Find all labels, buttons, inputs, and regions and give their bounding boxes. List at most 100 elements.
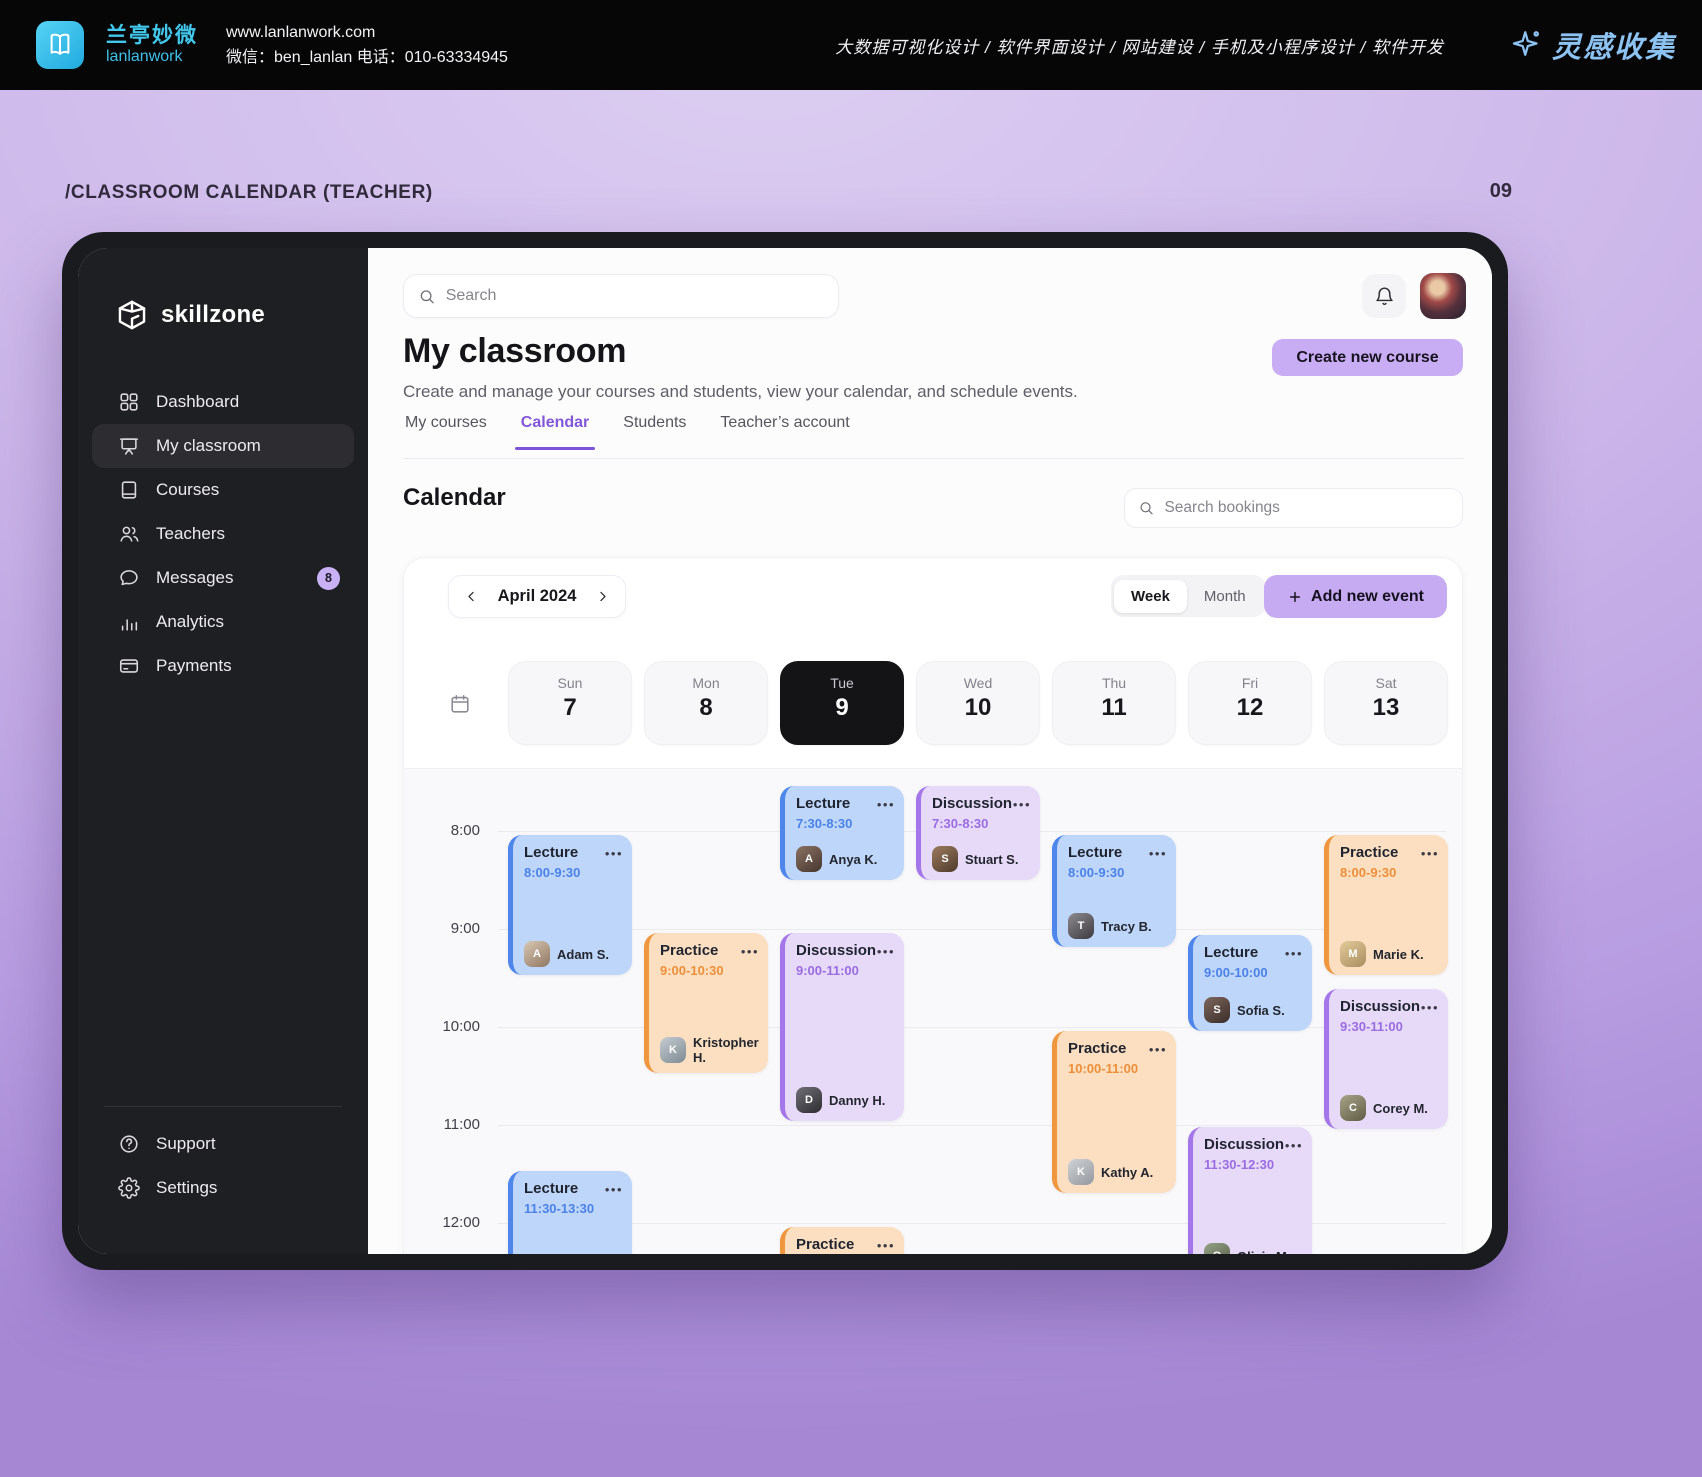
skillzone-logo-text: skillzone (161, 301, 266, 328)
day-name: Wed (963, 675, 993, 691)
sidebar-item-settings[interactable]: Settings (92, 1166, 354, 1210)
sidebar-item-label: Payments (156, 656, 232, 675)
sidebar-item-dashboard[interactable]: Dashboard (92, 380, 354, 424)
prev-month-button[interactable] (462, 587, 481, 606)
event-card-wed-discussion-7-30-8-30[interactable]: Discussion ••• 7:30-8:30 S Stuart S. (916, 786, 1040, 880)
event-menu-button[interactable]: ••• (741, 942, 759, 958)
page-number: 09 (1489, 180, 1512, 202)
event-student: A Adam S. (524, 941, 623, 967)
event-menu-button[interactable]: ••• (877, 1236, 895, 1252)
day-number: 8 (699, 694, 713, 721)
day-pill-thu[interactable]: Thu 11 (1052, 661, 1176, 745)
global-search[interactable] (403, 274, 839, 318)
event-menu-button[interactable]: ••• (1421, 844, 1439, 860)
event-menu-button[interactable]: ••• (605, 844, 623, 860)
event-menu-button[interactable]: ••• (877, 795, 895, 811)
event-card-sat-discussion-9-30-11-00[interactable]: Discussion ••• 9:30-11:00 C Corey M. (1324, 989, 1448, 1129)
event-time: 9:30-11:00 (1340, 1019, 1403, 1034)
event-header: Discussion ••• (1340, 998, 1439, 1015)
event-time: 11:30-12:30 (1204, 1157, 1275, 1172)
profile-avatar[interactable] (1420, 273, 1466, 319)
sidebar-item-messages[interactable]: Messages 8 (92, 556, 354, 600)
event-title: Lecture (1068, 844, 1123, 861)
notifications-button[interactable] (1362, 274, 1406, 318)
view-option-week[interactable]: Week (1114, 579, 1187, 613)
search-bookings-input[interactable] (1164, 499, 1449, 517)
add-new-event-button[interactable]: Add new event (1264, 575, 1447, 618)
event-card-thu-lecture-8-00-9-30[interactable]: Lecture ••• 8:00-9:30 T Tracy B. (1052, 835, 1176, 947)
next-month-button[interactable] (593, 587, 612, 606)
event-menu-button[interactable]: ••• (1285, 944, 1303, 960)
search-bookings[interactable] (1124, 488, 1463, 528)
tab-bar-divider (403, 458, 1463, 459)
student-name: Marie K. (1373, 946, 1424, 962)
sidebar-item-courses[interactable]: Courses (92, 468, 354, 512)
event-card-mon-practice-9-00-10-30[interactable]: Practice ••• 9:00-10:30 K Kristopher H. (644, 933, 768, 1073)
student-avatar: M (1340, 941, 1366, 967)
sidebar-item-payments[interactable]: Payments (92, 644, 354, 688)
day-pill-wed[interactable]: Wed 10 (916, 661, 1040, 745)
event-header: Lecture ••• (524, 844, 623, 861)
search-input[interactable] (445, 287, 824, 305)
tab-calendar[interactable]: Calendar (514, 414, 596, 450)
student-name: Tracy B. (1101, 918, 1152, 934)
gear-icon (118, 1177, 140, 1199)
event-menu-button[interactable]: ••• (877, 942, 895, 958)
event-card-fri-discussion-11-30-12-30[interactable]: Discussion••• 11:30-12:30 O Olivia M. (1188, 1127, 1312, 1254)
sidebar-item-label: My classroom (156, 436, 261, 455)
tab-my-courses[interactable]: My courses (403, 414, 489, 450)
event-card-sat-practice-8-00-9-30[interactable]: Practice ••• 8:00-9:30 M Marie K. (1324, 835, 1448, 975)
collect-title: 灵感收集 (1551, 32, 1676, 64)
tab-students[interactable]: Students (621, 414, 688, 450)
student-avatar: S (1204, 997, 1230, 1023)
sidebar-item-my-classroom[interactable]: My classroom (92, 424, 354, 468)
app-window: skillzone Dashboard My classroom Courses Te… (78, 248, 1492, 1254)
cube-logo-icon (118, 300, 146, 330)
event-menu-button[interactable]: ••• (1149, 1040, 1167, 1056)
search-icon (1140, 502, 1153, 515)
sidebar-item-label: Dashboard (156, 392, 240, 411)
event-card-tue-lecture-7-30-8-30[interactable]: Lecture ••• 7:30-8:30 A Anya K. (780, 786, 904, 880)
event-card-tue-discussion-9-00-11-00[interactable]: Discussion ••• 9:00-11:00 D Danny H. (780, 933, 904, 1121)
day-pill-sun[interactable]: Sun 7 (508, 661, 632, 745)
event-card-sun-lecture-11-30-13-30[interactable]: Lecture ••• 11:30-13:30 (508, 1171, 632, 1254)
event-menu-button[interactable]: ••• (1285, 1136, 1303, 1152)
day-pill-fri[interactable]: Fri 12 (1188, 661, 1312, 745)
event-card-fri-lecture-9-00-10-00[interactable]: Lecture ••• 9:00-10:00 S Sofia S. (1188, 935, 1312, 1031)
main-content: My classroom Create new course Create an… (368, 248, 1492, 1254)
event-header: Lecture ••• (1068, 844, 1167, 861)
day-pill-mon[interactable]: Mon 8 (644, 661, 768, 745)
day-pill-sat[interactable]: Sat 13 (1324, 661, 1448, 745)
services-list: 大数据可视化设计 / 软件界面设计 / 网站建设 / 手机及小程序设计 / 软件… (835, 37, 1444, 57)
event-menu-button[interactable]: ••• (1149, 844, 1167, 860)
student-name: Adam S. (557, 946, 610, 962)
website-url: www.lanlanwork.com (226, 23, 376, 41)
event-header: Discussion ••• (796, 942, 895, 959)
event-time: 9:00-11:00 (796, 963, 859, 978)
event-header: Lecture ••• (796, 795, 895, 812)
event-time: 7:30-8:30 (796, 816, 853, 831)
page-subtitle: Create and manage your courses and stude… (403, 382, 1078, 401)
create-new-course-button[interactable]: Create new course (1272, 339, 1463, 376)
event-header: Practice ••• (1068, 1040, 1167, 1057)
day-name: Thu (1101, 675, 1127, 691)
event-student: S Stuart S. (932, 846, 1031, 872)
chat-icon (118, 567, 140, 589)
event-menu-button[interactable]: ••• (1013, 795, 1031, 811)
day-pill-tue[interactable]: Tue 9 (780, 661, 904, 745)
event-card-tue-practice-12-00-13-00[interactable]: Practice•••12:00-13:00 (780, 1227, 904, 1254)
promo-banner: 兰亭妙微 lanlanwork www.lanlanwork.com 微信：be… (0, 0, 1702, 90)
tab-teacher-s-account[interactable]: Teacher’s account (718, 414, 851, 450)
view-option-month[interactable]: Month (1187, 580, 1263, 613)
sidebar-item-analytics[interactable]: Analytics (92, 600, 354, 644)
event-card-sun-lecture-8-00-9-30[interactable]: Lecture ••• 8:00-9:30 A Adam S. (508, 835, 632, 975)
event-time: 11:30-13:30 (524, 1201, 595, 1216)
event-student: K Kristopher H. (660, 1035, 759, 1065)
sidebar-item-teachers[interactable]: Teachers (92, 512, 354, 556)
event-card-thu-practice-10-00-11-00[interactable]: Practice ••• 10:00-11:00 K Kathy A. (1052, 1031, 1176, 1193)
bell-icon (1375, 287, 1393, 305)
sidebar-item-support[interactable]: Support (92, 1122, 354, 1166)
event-menu-button[interactable]: ••• (605, 1180, 623, 1196)
event-menu-button[interactable]: ••• (1421, 998, 1439, 1014)
sidebar-footer-menu: Support Settings (92, 1122, 354, 1210)
